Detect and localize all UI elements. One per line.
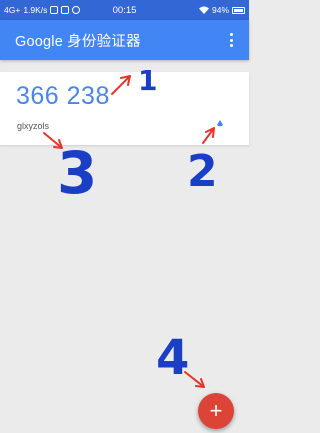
- handwritten-annotations: 1 2 3 4: [43, 64, 223, 388]
- verification-code: 366 238: [16, 82, 110, 110]
- network-type: 4G+: [4, 5, 21, 15]
- add-account-button[interactable]: +: [198, 393, 234, 429]
- network-speed: 1.9K/s: [23, 5, 48, 15]
- annotation-3: 3: [57, 139, 97, 207]
- arrow-4: [184, 371, 205, 388]
- mail-icon: [50, 6, 59, 14]
- status-bar: 4G+ 1.9K/s 00:15 94%: [0, 0, 249, 20]
- wifi-icon: [198, 6, 209, 14]
- annotation-2: 2: [187, 146, 218, 197]
- more-vert-icon[interactable]: [225, 30, 237, 50]
- app-icon: [72, 6, 81, 14]
- battery-percent: 94%: [211, 5, 229, 15]
- app-title: Google 身份验证器: [15, 33, 141, 50]
- battery-icon: [232, 6, 245, 14]
- notification-icon: [61, 6, 70, 14]
- app-bar: Google 身份验证器: [0, 20, 249, 60]
- annotation-4: 4: [156, 330, 189, 386]
- add-icon: +: [209, 398, 223, 423]
- account-entry[interactable]: 366 238 glxyzols: [0, 72, 249, 145]
- account-name: glxyzols: [17, 121, 50, 131]
